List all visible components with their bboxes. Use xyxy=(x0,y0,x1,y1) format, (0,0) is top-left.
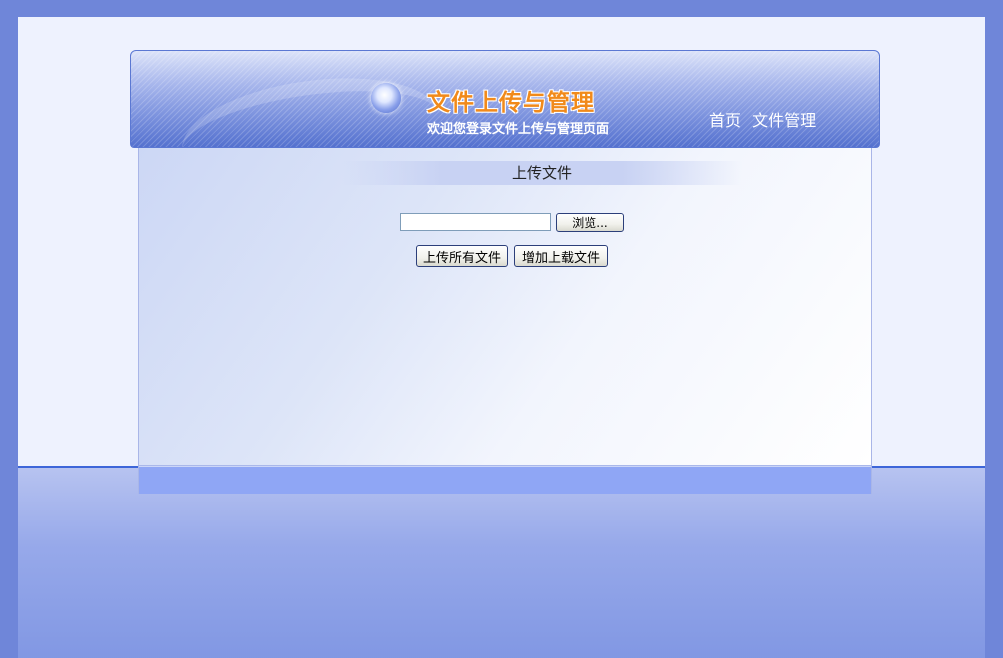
site-subtitle: 欢迎您登录文件上传与管理页面 xyxy=(427,122,610,137)
file-path-input[interactable] xyxy=(400,213,551,231)
logo-orb-icon xyxy=(371,83,401,113)
header-nav: 首页 文件管理 xyxy=(709,107,822,131)
header-banner: 文件上传与管理 欢迎您登录文件上传与管理页面 首页 文件管理 xyxy=(130,50,880,148)
browse-button[interactable]: 浏览... xyxy=(556,213,624,232)
content-area: 上传文件 浏览... 上传所有文件 增加上载文件 xyxy=(139,145,871,466)
add-upload-file-button[interactable]: 增加上载文件 xyxy=(514,245,608,267)
bottom-background xyxy=(18,466,985,658)
main-container: 上传文件 浏览... 上传所有文件 增加上载文件 xyxy=(138,144,872,494)
footer-bar xyxy=(139,466,871,494)
section-title-bar: 上传文件 xyxy=(342,161,742,185)
section-title: 上传文件 xyxy=(511,164,572,182)
nav-file-management-link[interactable]: 文件管理 xyxy=(752,111,816,130)
nav-home-link[interactable]: 首页 xyxy=(709,111,741,130)
site-title: 文件上传与管理 xyxy=(427,90,595,116)
upload-all-files-button[interactable]: 上传所有文件 xyxy=(416,245,508,267)
